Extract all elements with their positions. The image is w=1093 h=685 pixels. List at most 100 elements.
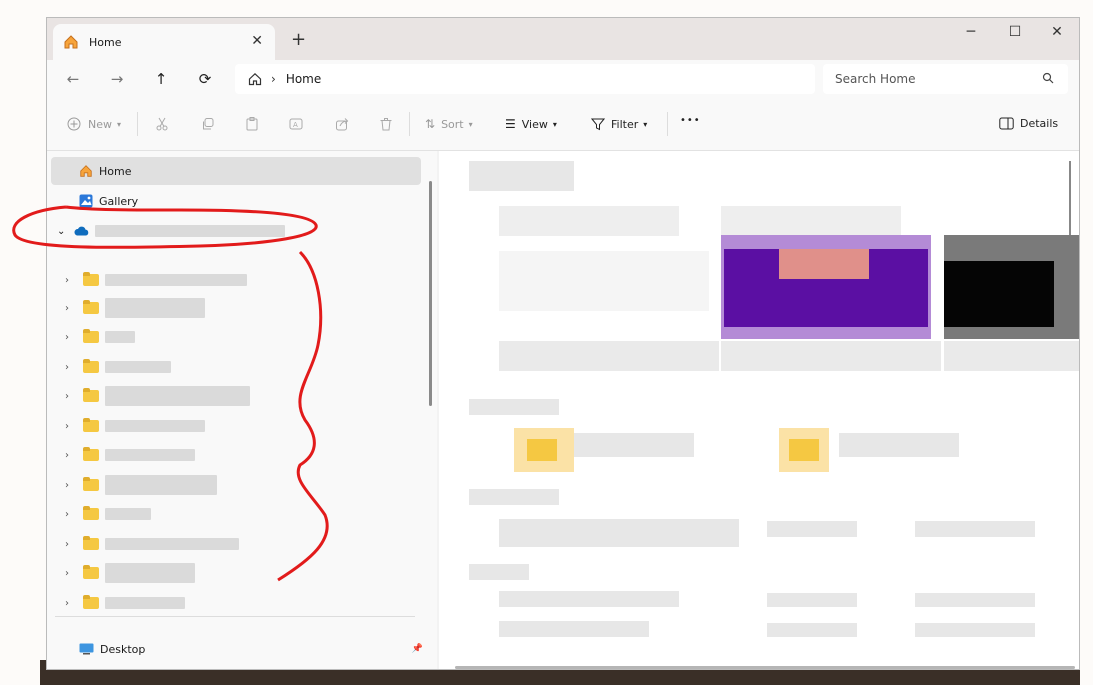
folder-icon [83, 506, 99, 520]
chevron-right-icon[interactable]: › [65, 391, 77, 402]
redacted-caption [499, 341, 719, 371]
pin-icon[interactable]: 📌 [412, 644, 423, 654]
chevron-right-icon[interactable]: › [65, 421, 77, 432]
details-button[interactable]: Details [999, 117, 1058, 130]
filter-icon [591, 118, 605, 131]
folder-item[interactable]: › [65, 386, 250, 406]
details-pane-icon [999, 117, 1014, 130]
chevron-right-icon[interactable]: › [65, 362, 77, 373]
up-button[interactable]: ↑ [151, 70, 171, 88]
folder-item[interactable]: › [65, 534, 239, 554]
chevron-right-icon[interactable]: › [65, 450, 77, 461]
details-label: Details [1020, 117, 1059, 130]
chevron-right-icon[interactable]: › [65, 509, 77, 520]
redacted-file-row [767, 521, 857, 537]
redacted-folder-name [105, 386, 250, 406]
view-button[interactable]: ☰ View ▾ [505, 117, 557, 131]
horizontal-scrollbar[interactable] [455, 666, 1075, 669]
redacted-folder-thumb [789, 439, 819, 461]
chevron-right-icon[interactable]: › [65, 303, 77, 314]
folder-icon [83, 418, 99, 432]
paste-icon[interactable] [245, 117, 259, 131]
folder-item[interactable]: › [65, 416, 205, 436]
redacted-card [721, 206, 901, 236]
folder-icon [83, 300, 99, 314]
chevron-right-icon[interactable]: › [65, 332, 77, 343]
folder-item[interactable]: › [65, 445, 195, 465]
sort-button[interactable]: ⇅ Sort ▾ [425, 117, 473, 131]
content-area [439, 151, 1079, 669]
maximize-button[interactable]: ☐ [995, 24, 1035, 40]
chevron-right-icon[interactable]: › [65, 568, 77, 579]
chevron-right-icon[interactable]: › [65, 539, 77, 550]
redacted-thumbnail [779, 249, 869, 279]
breadcrumb-home[interactable]: Home [286, 72, 321, 86]
more-options-button[interactable]: ••• [680, 115, 701, 126]
search-input[interactable] [833, 71, 1037, 87]
redacted-caption [944, 341, 1079, 371]
sidebar-item-onedrive[interactable]: ⌄ [51, 217, 286, 245]
refresh-button[interactable]: ⟳ [195, 70, 215, 88]
copy-icon[interactable] [201, 117, 215, 131]
home-outline-icon [248, 72, 262, 86]
folder-item[interactable]: › [65, 475, 217, 495]
sort-icon: ⇅ [425, 117, 436, 131]
redacted-folder-name [574, 433, 694, 457]
close-button[interactable]: ✕ [1037, 24, 1077, 40]
folder-item[interactable]: › [65, 270, 247, 290]
svg-text:A: A [293, 121, 298, 129]
redacted-folder-name [105, 420, 205, 432]
minimize-button[interactable]: ─ [951, 24, 991, 40]
redacted-card [499, 251, 709, 311]
redacted-folder-name [105, 449, 195, 461]
folder-icon [83, 595, 99, 609]
delete-icon[interactable] [379, 117, 393, 131]
forward-button[interactable]: → [107, 70, 127, 88]
folder-item[interactable]: › [65, 504, 151, 524]
redacted-folder-name [105, 361, 171, 373]
new-label: New [88, 117, 112, 131]
tab-label: Home [89, 35, 122, 49]
chevron-right-icon[interactable]: › [65, 598, 77, 609]
tab-close-button[interactable]: ✕ [251, 33, 263, 49]
cloud-icon [74, 226, 89, 236]
redacted-card [499, 206, 679, 236]
sort-label: Sort [441, 117, 464, 131]
chevron-right-icon[interactable]: › [65, 480, 77, 491]
address-bar[interactable]: › Home [235, 64, 815, 94]
folder-item[interactable]: › [65, 298, 205, 318]
folder-item[interactable]: › [65, 563, 195, 583]
sidebar-scrollbar[interactable] [429, 181, 432, 406]
folder-item[interactable]: › [65, 357, 171, 377]
tab-home[interactable]: Home ✕ [53, 24, 275, 60]
back-button[interactable]: ← [63, 70, 83, 88]
redacted-file-row [499, 591, 679, 607]
folder-item[interactable]: › [65, 593, 185, 613]
desktop-icon [79, 643, 94, 655]
filter-button[interactable]: Filter ▾ [591, 117, 647, 131]
expand-chevron-icon[interactable]: ⌄ [57, 226, 65, 237]
rename-icon[interactable]: A [289, 117, 303, 131]
folder-item[interactable]: › [65, 327, 135, 347]
redacted-folder-name [105, 274, 247, 286]
sidebar-item-home[interactable]: Home [51, 157, 421, 185]
new-tab-button[interactable]: + [291, 29, 306, 50]
sidebar-item-gallery[interactable]: Gallery [51, 187, 138, 215]
redacted-thumbnail [944, 261, 1054, 327]
title-bar: Home ✕ + ─ ☐ ✕ [47, 18, 1079, 60]
redacted-file-row [767, 623, 857, 637]
home-icon [64, 35, 78, 49]
new-button[interactable]: New ▾ [67, 117, 121, 131]
cut-icon[interactable] [155, 117, 169, 131]
chevron-right-icon[interactable]: › [65, 275, 77, 286]
redacted-folder-name [105, 475, 217, 495]
view-label: View [521, 117, 548, 131]
redacted-folder-name [105, 563, 195, 583]
redacted-section-header [469, 399, 559, 415]
sidebar-item-desktop[interactable]: Desktop 📌 [51, 635, 423, 663]
folder-icon [83, 388, 99, 402]
file-explorer-window: Home ✕ + ─ ☐ ✕ ← → ↑ ⟳ › Home Search Hom… [46, 17, 1080, 670]
search-box[interactable] [823, 64, 1068, 94]
share-icon[interactable] [335, 117, 349, 131]
redacted-folder-thumb [527, 439, 557, 461]
